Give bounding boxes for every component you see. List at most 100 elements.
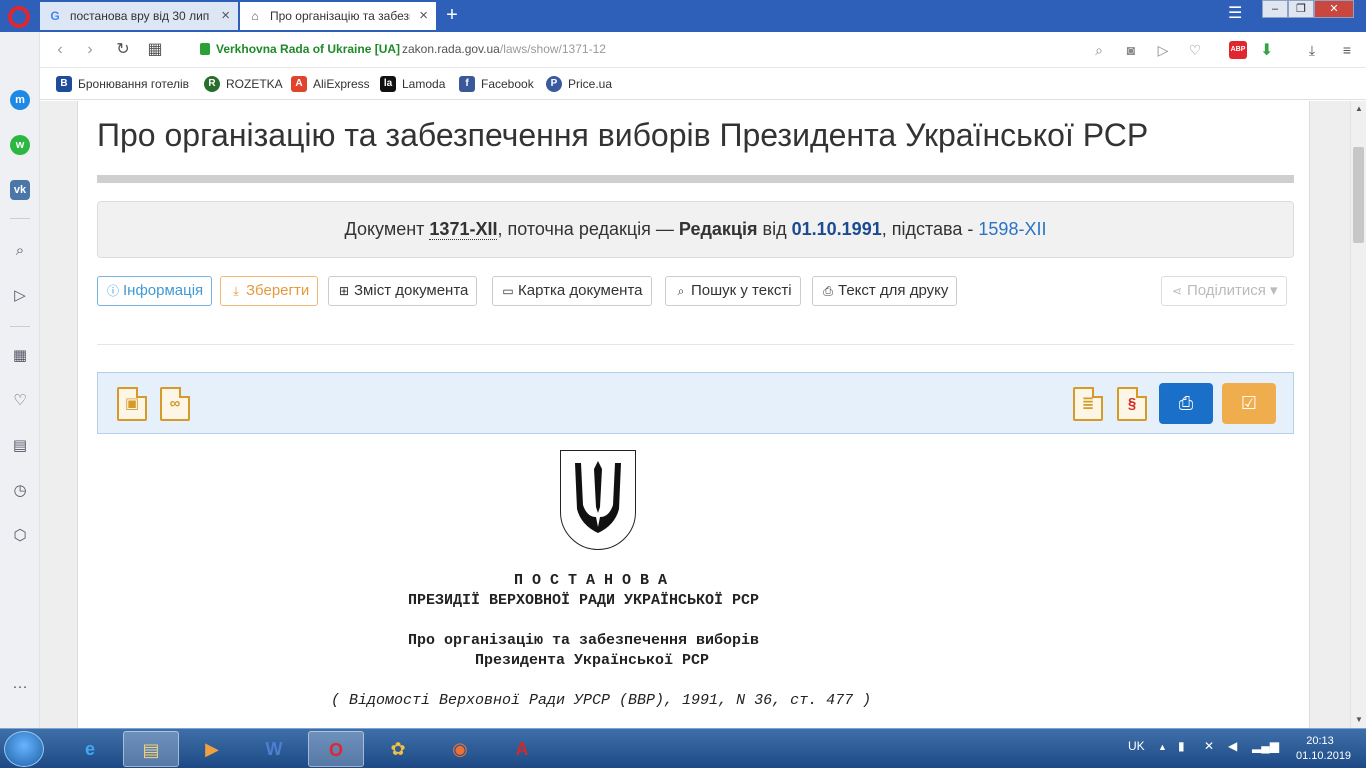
internet-explorer-icon[interactable]: e (62, 731, 118, 767)
info-button-label: Інформація (123, 282, 204, 299)
url-field[interactable]: zakon.rada.gov.ua/laws/show/1371-12 (402, 42, 606, 56)
tab-rada-law[interactable]: ⌂ Про організацію та забезпечення × (240, 2, 436, 30)
volume-icon[interactable]: ◀ (1228, 739, 1237, 753)
opera-taskbar-icon[interactable]: O (308, 731, 364, 767)
adblock-icon[interactable]: ABP (1229, 41, 1247, 59)
downloads-icon[interactable]: ⤓ (1303, 41, 1321, 59)
scroll-up-icon[interactable]: ▲ (1351, 101, 1366, 117)
heart-icon[interactable]: ♡ (10, 392, 30, 410)
doc-basis-link[interactable]: 1598-XII (978, 219, 1046, 239)
bookmark-lamoda[interactable]: la Lamoda (380, 75, 445, 93)
send-icon[interactable]: ▷ (10, 287, 30, 305)
bookmark-aliexpress[interactable]: A AliExpress (291, 75, 370, 93)
reload-icon[interactable]: ↻ (113, 40, 133, 60)
link-document-icon[interactable]: ∞ (160, 387, 190, 421)
back-icon[interactable]: ‹ (50, 40, 70, 60)
signal-icon[interactable]: ▂▄▆ (1252, 739, 1279, 753)
acrobat-icon[interactable]: A (494, 731, 550, 767)
share-button[interactable]: ⋖ Поділитися ▾ (1161, 276, 1287, 306)
news-icon[interactable]: ▤ (10, 437, 30, 455)
new-tab-button[interactable]: + (442, 4, 462, 26)
system-clock[interactable]: 20:13 01.10.2019 (1296, 734, 1351, 764)
bookmark-label: Price.ua (568, 77, 613, 91)
usb-icon[interactable]: ▮ (1178, 739, 1185, 753)
maximize-button[interactable]: ❐ (1288, 0, 1314, 18)
sitemap-icon: ⊞ (338, 284, 350, 298)
document-card-button[interactable]: ▭ Картка документа (492, 276, 652, 306)
contents-button-label: Зміст документа (354, 282, 469, 299)
close-window-button[interactable]: ✕ (1314, 0, 1354, 18)
messenger-icon[interactable]: m (10, 90, 30, 110)
photos-icon[interactable]: ✿ (370, 731, 426, 767)
printer-icon: ⎙ (1178, 393, 1194, 413)
scroll-down-icon[interactable]: ▼ (1351, 712, 1366, 728)
search-icon[interactable]: ⌕ (10, 242, 30, 260)
tab-menu-icon[interactable]: ☰ (1228, 3, 1242, 23)
menu-icon[interactable]: ≡ (1338, 41, 1356, 59)
save-button[interactable]: ⤓ Зберегти (220, 276, 319, 306)
save-button-label: Зберегти (246, 282, 310, 299)
doc-from-text: від (762, 219, 787, 239)
language-indicator[interactable]: UK (1128, 739, 1145, 753)
doc-number[interactable]: 1371-XII (429, 219, 498, 240)
contents-button[interactable]: ⊞ Зміст документа (328, 276, 478, 306)
document-toolbar: ▣ ∞ ≣ § ⎙ ☑ (97, 372, 1294, 434)
lamoda-icon: la (380, 76, 396, 92)
scroll-thumb[interactable] (1353, 147, 1364, 243)
eye-app-icon[interactable]: ◉ (432, 731, 488, 767)
info-button[interactable]: ⓘ Інформація (97, 276, 213, 306)
doc-issuer: ПРЕЗИДІЇ ВЕРХОВНОЇ РАДИ УКРАЇНСЬКОЇ РСР (408, 592, 760, 609)
camera-icon[interactable]: ◙ (1122, 41, 1140, 59)
bookmark-label: AliExpress (313, 77, 370, 91)
site-identity[interactable]: Verkhovna Rada of Ukraine [UA] (216, 42, 400, 56)
bookmark-facebook[interactable]: f Facebook (459, 75, 534, 93)
aliexpress-icon: A (291, 76, 307, 92)
bookmark-booking[interactable]: B Бронювання готелів (56, 75, 189, 93)
tab-close-icon[interactable]: × (419, 2, 428, 30)
whatsapp-icon[interactable]: w (10, 135, 30, 155)
archive-document-icon[interactable]: ▣ (117, 387, 147, 421)
history-icon[interactable]: ◷ (10, 482, 30, 500)
page-scrollbar[interactable]: ▲ ▼ (1350, 101, 1366, 728)
word-icon[interactable]: W (246, 731, 302, 767)
forward-icon[interactable]: › (80, 40, 100, 60)
minimize-button[interactable]: ‒ (1262, 0, 1288, 18)
tab-close-icon[interactable]: × (221, 2, 230, 30)
media-player-icon[interactable]: ▶ (184, 731, 240, 767)
vk-icon[interactable]: vk (10, 180, 30, 200)
print-button[interactable]: ⎙ (1159, 383, 1213, 424)
doc-subject-line1: Про організацію та забезпечення виборів (408, 632, 760, 649)
download-extension-icon[interactable]: ⬇ (1260, 40, 1273, 60)
structure-document-icon[interactable]: ≣ (1073, 387, 1103, 421)
google-icon: G (50, 9, 60, 23)
print-text-button[interactable]: ⎙ Текст для друку (812, 276, 958, 306)
paragraph-document-icon[interactable]: § (1117, 387, 1147, 421)
opera-logo-icon[interactable] (8, 6, 30, 28)
start-button[interactable] (4, 731, 44, 767)
speed-dial-icon[interactable]: ▦ (10, 347, 30, 365)
tray-expand-icon[interactable]: ▲ (1158, 742, 1167, 752)
trident-icon (575, 461, 621, 533)
tab-google-search[interactable]: G постанова вру від 30 липня × (40, 2, 238, 30)
bookmark-rozetka[interactable]: R ROZETKA (204, 75, 283, 93)
tabs-grid-icon[interactable]: ▦ (145, 40, 165, 60)
heart-icon[interactable]: ♡ (1186, 41, 1204, 59)
browser-titlebar: G постанова вру від 30 липня × ⌂ Про орг… (0, 0, 1366, 32)
zoom-icon[interactable]: ⌕ (1090, 41, 1108, 59)
print-text-button-label: Текст для друку (838, 282, 949, 299)
document-card-button-label: Картка документа (518, 282, 643, 299)
more-icon[interactable]: ··· (10, 678, 30, 696)
file-explorer-icon[interactable]: ▤ (123, 731, 179, 767)
document-info-box: Документ 1371-XII, поточна редакція — Ре… (97, 201, 1294, 258)
network-error-icon[interactable]: ✕ (1204, 739, 1214, 753)
secure-lock-icon (200, 43, 210, 55)
rozetka-icon: R (204, 76, 220, 92)
bookmark-priceua[interactable]: P Price.ua (546, 75, 612, 93)
check-button[interactable]: ☑ (1222, 383, 1276, 424)
doc-source: ( Відомості Верховної Ради УРСР (ВВР), 1… (331, 692, 872, 709)
send-icon[interactable]: ▷ (1154, 41, 1172, 59)
search-in-text-button[interactable]: ⌕ Пошук у тексті (665, 276, 801, 306)
extensions-icon[interactable]: ⬡ (10, 527, 30, 545)
sidebar-divider (10, 218, 30, 219)
download-icon: ⤓ (233, 284, 239, 298)
